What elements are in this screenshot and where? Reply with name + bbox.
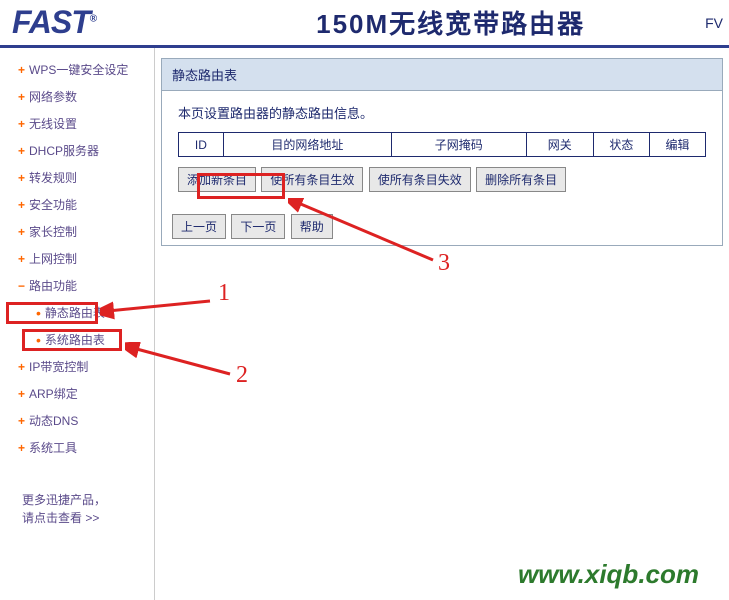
main-content: 静态路由表 本页设置路由器的静态路由信息。 ID 目的网络地址 子网掩码 网关 … (155, 48, 729, 600)
header: FAST® 150M无线宽带路由器 FV (0, 0, 729, 48)
btn-enable-all[interactable]: 使所有条目生效 (261, 167, 363, 192)
footer-url: www.xiqb.com (518, 559, 699, 590)
btn-next-page[interactable]: 下一页 (231, 214, 285, 239)
submenu-system-route[interactable]: 系统路由表 (0, 326, 154, 353)
menu-arp[interactable]: ARP绑定 (0, 380, 154, 407)
menu-security[interactable]: 安全功能 (0, 191, 154, 218)
menu-ddns[interactable]: 动态DNS (0, 407, 154, 434)
menu-access[interactable]: 上网控制 (0, 245, 154, 272)
menu-dhcp[interactable]: DHCP服务器 (0, 137, 154, 164)
sidebar: WPS一键安全设定 网络参数 无线设置 DHCP服务器 转发规则 安全功能 家长… (0, 48, 155, 600)
router-title: 150M无线宽带路由器 (96, 4, 705, 41)
btn-help[interactable]: 帮助 (291, 214, 333, 239)
logo: FAST® (0, 4, 96, 41)
panel-description: 本页设置路由器的静态路由信息。 (178, 103, 706, 122)
submenu-static-route[interactable]: 静态路由表 (0, 299, 154, 326)
route-table: ID 目的网络地址 子网掩码 网关 状态 编辑 (178, 132, 706, 157)
col-status: 状态 (593, 133, 649, 157)
static-route-panel: 静态路由表 本页设置路由器的静态路由信息。 ID 目的网络地址 子网掩码 网关 … (161, 58, 723, 246)
menu-forwarding[interactable]: 转发规则 (0, 164, 154, 191)
more-products[interactable]: 更多迅捷产品， 请点击查看 >> (0, 491, 154, 527)
menu-wireless[interactable]: 无线设置 (0, 110, 154, 137)
btn-prev-page[interactable]: 上一页 (172, 214, 226, 239)
menu-network[interactable]: 网络参数 (0, 83, 154, 110)
menu-system-tools[interactable]: 系统工具 (0, 434, 154, 461)
menu-bandwidth[interactable]: IP带宽控制 (0, 353, 154, 380)
col-dest: 目的网络地址 (223, 133, 391, 157)
panel-title: 静态路由表 (162, 59, 722, 91)
btn-disable-all[interactable]: 使所有条目失效 (369, 167, 471, 192)
btn-add-new[interactable]: 添加新条目 (178, 167, 256, 192)
menu-parental[interactable]: 家长控制 (0, 218, 154, 245)
menu-routing[interactable]: 路由功能 (0, 272, 154, 299)
col-gateway: 网关 (526, 133, 593, 157)
menu-wps[interactable]: WPS一键安全设定 (0, 56, 154, 83)
btn-delete-all[interactable]: 删除所有条目 (476, 167, 566, 192)
col-mask: 子网掩码 (392, 133, 527, 157)
model-suffix: FV (705, 15, 729, 31)
col-edit: 编辑 (649, 133, 705, 157)
col-id: ID (179, 133, 224, 157)
